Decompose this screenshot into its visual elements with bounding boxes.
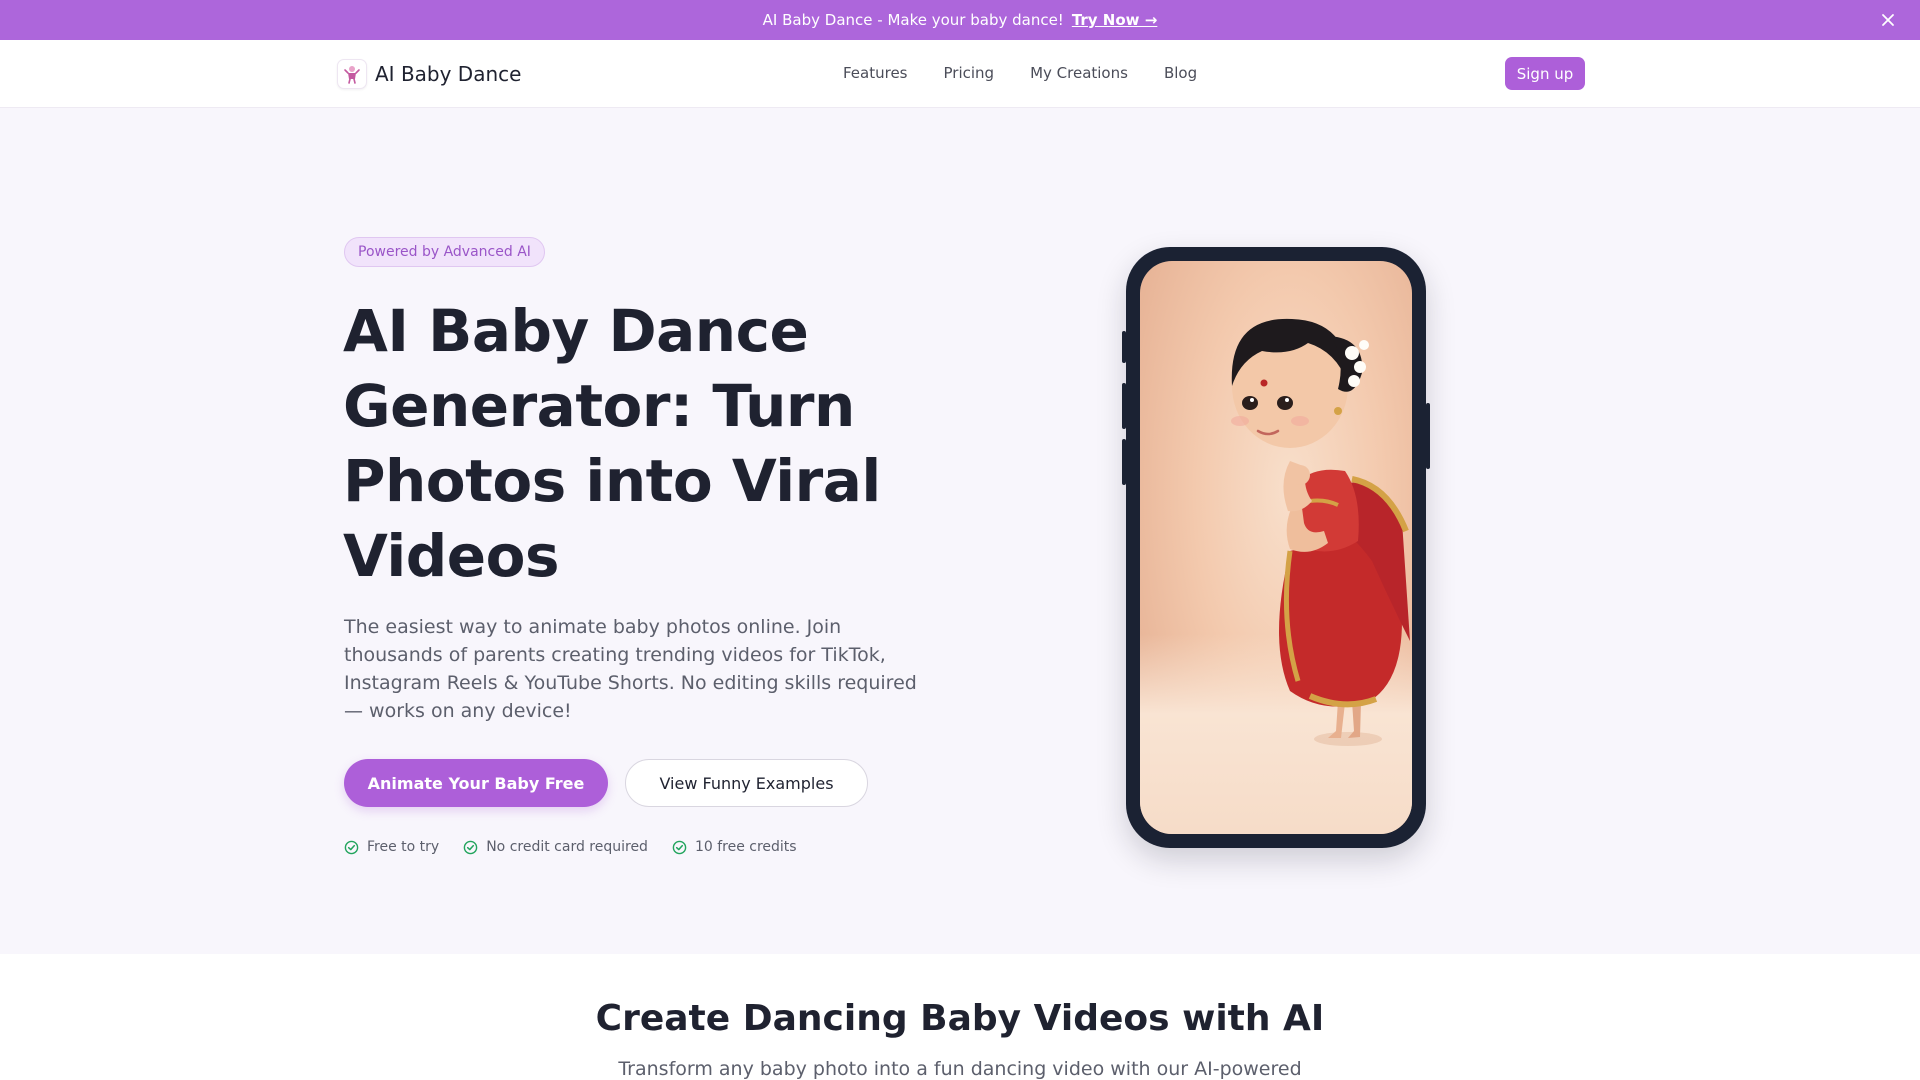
dancing-baby-icon: [337, 59, 367, 89]
phone-side-button: [1122, 331, 1126, 363]
benefit-label: 10 free credits: [694, 839, 797, 855]
benefit-label: No credit card required: [486, 839, 648, 855]
check-circle-icon: [463, 840, 478, 854]
dancing-baby-illustration: [1231, 318, 1410, 746]
features-section-subtitle: Transform any baby photo into a fun danc…: [618, 1058, 1302, 1080]
phone-screen: [1140, 261, 1412, 834]
nav-my-creations[interactable]: My Creations: [1030, 64, 1128, 82]
benefit-item: 10 free credits: [672, 839, 797, 855]
benefit-item: No credit card required: [463, 839, 648, 855]
benefits-list: Free to try No credit card required 10 f…: [344, 839, 821, 855]
benefit-label: Free to try: [367, 839, 440, 855]
check-circle-icon: [672, 840, 687, 854]
close-icon[interactable]: [1878, 10, 1898, 30]
features-section-title: Create Dancing Baby Videos with AI: [595, 998, 1325, 1039]
hero-subtitle: The easiest way to animate baby photos o…: [344, 616, 917, 722]
check-circle-icon: [344, 840, 359, 854]
phone-side-button: [1426, 403, 1430, 469]
hero-title: AI Baby Dance Generator: Turn Photos int…: [343, 297, 881, 590]
hero-section: Powered by Advanced AI AI Baby Dance Gen…: [0, 108, 1920, 954]
logo[interactable]: AI Baby Dance: [337, 59, 521, 89]
benefit-item: Free to try: [344, 839, 439, 855]
signup-button[interactable]: Sign up: [1505, 57, 1585, 90]
phone-side-button: [1122, 383, 1126, 429]
nav-pricing[interactable]: Pricing: [944, 64, 995, 82]
view-examples-button[interactable]: View Funny Examples: [625, 759, 868, 807]
site-header: AI Baby Dance Features Pricing My Creati…: [0, 40, 1920, 108]
phone-mockup: [1122, 247, 1430, 848]
animate-baby-button[interactable]: Animate Your Baby Free: [344, 759, 608, 807]
powered-by-badge: Powered by Advanced AI: [344, 237, 545, 267]
main-nav: Features Pricing My Creations Blog: [843, 64, 1233, 82]
try-now-link[interactable]: Try Now →: [1072, 11, 1158, 29]
announcement-bar: AI Baby Dance - Make your baby dance! Tr…: [0, 0, 1920, 40]
nav-blog[interactable]: Blog: [1164, 64, 1197, 82]
logo-text: AI Baby Dance: [375, 62, 522, 86]
phone-side-button: [1122, 439, 1126, 485]
nav-features[interactable]: Features: [843, 64, 908, 82]
announcement-text: AI Baby Dance - Make your baby dance!: [762, 11, 1064, 29]
